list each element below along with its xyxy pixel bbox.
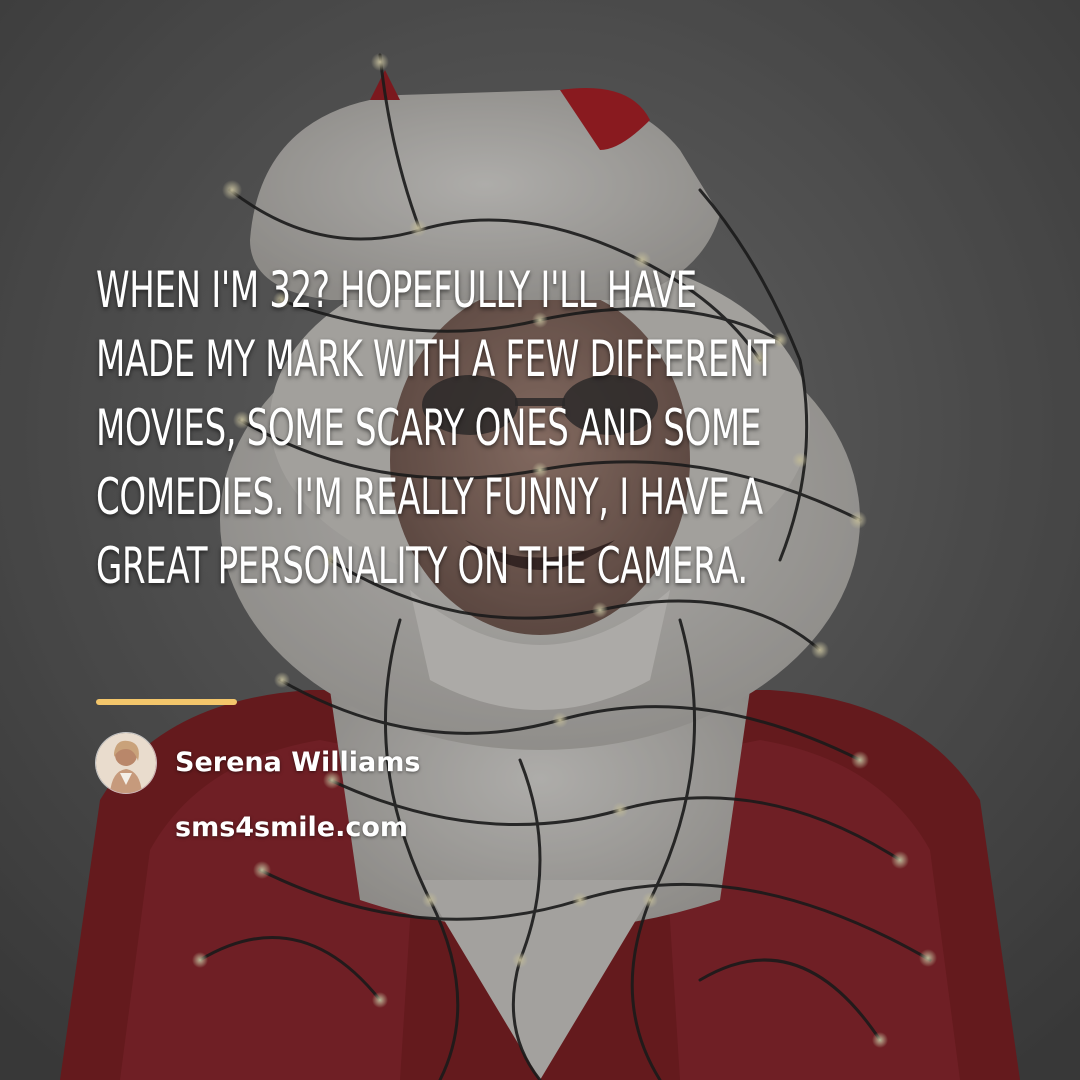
quote-text: WHEN I'M 32? HOPEFULLY I'LL HAVE MADE MY… (96, 256, 775, 601)
quote-card: WHEN I'M 32? HOPEFULLY I'LL HAVE MADE MY… (0, 0, 1080, 1080)
accent-divider (96, 699, 237, 705)
quote-line: MADE MY MARK WITH A FEW DIFFERENT (96, 330, 775, 388)
site-url[interactable]: sms4smile.com (175, 812, 408, 843)
quote-line: MOVIES, SOME SCARY ONES AND SOME (96, 399, 762, 457)
avatar-photo-icon (96, 733, 156, 793)
quote-line: WHEN I'M 32? HOPEFULLY I'LL HAVE (96, 261, 697, 319)
quote-line: COMEDIES. I'M REALLY FUNNY, I HAVE A (96, 468, 763, 526)
author-avatar (96, 733, 156, 793)
quote-line: GREAT PERSONALITY ON THE CAMERA. (96, 537, 748, 595)
author-name: Serena Williams (175, 747, 421, 778)
